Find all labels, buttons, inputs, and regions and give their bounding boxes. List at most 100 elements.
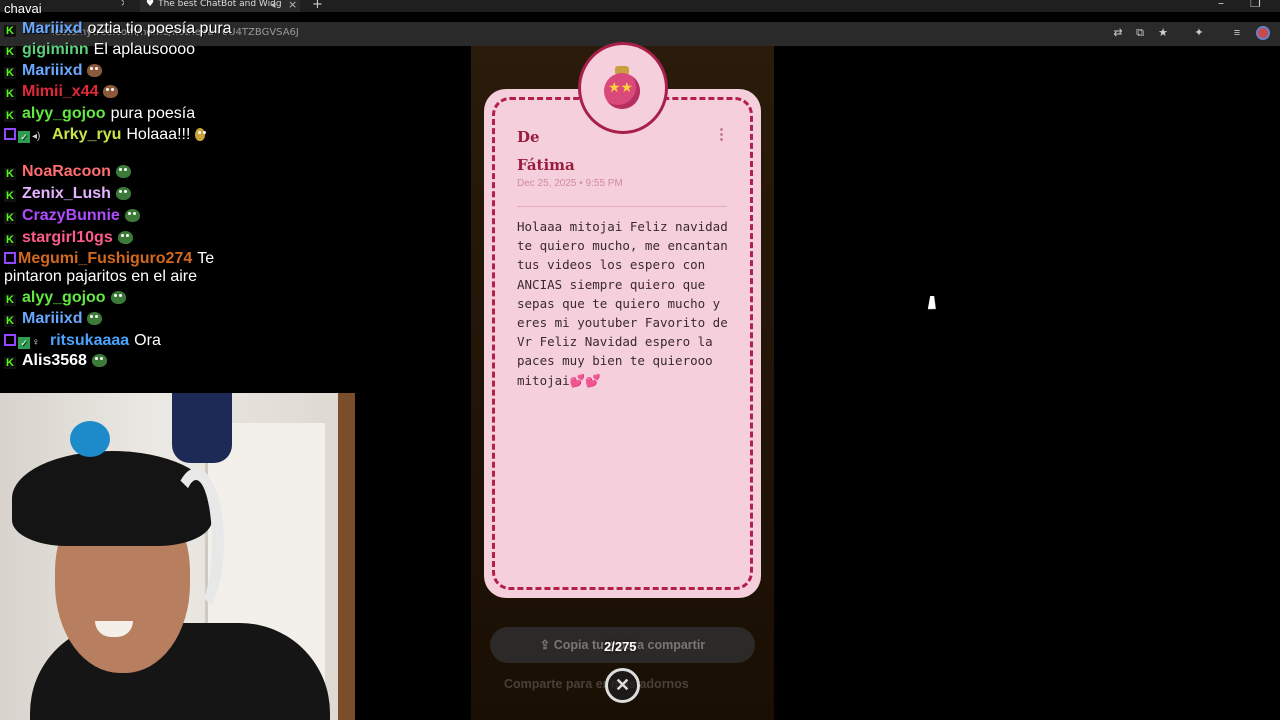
media-icon[interactable]: ≡: [1230, 26, 1244, 40]
chat-username[interactable]: stargirl10gs: [22, 229, 113, 246]
card-counter: 2/275: [604, 639, 637, 654]
extensions-icon[interactable]: ✦: [1192, 26, 1206, 40]
chat-emote-icon: [194, 128, 205, 141]
verified-badge-icon: ✓: [18, 337, 30, 349]
chat-text: Te: [197, 250, 215, 267]
chat-emote-icon: [103, 85, 119, 98]
chat-message: K Mariiixd: [4, 62, 103, 80]
kick-badge-icon: K: [4, 25, 16, 37]
mouse-cursor-icon: [927, 296, 939, 309]
chat-text: Holaaa!!!: [126, 126, 195, 143]
new-tab-button[interactable]: +: [312, 0, 323, 12]
chat-emote-icon: [91, 354, 107, 367]
card-from-label: De: [517, 128, 540, 146]
chat-username[interactable]: Arky_ryu: [52, 126, 121, 143]
more-options-icon[interactable]: ⋮: [714, 127, 729, 142]
share-icon: ⇪: [539, 638, 554, 652]
webcam-feed: [0, 393, 355, 720]
kick-badge-icon: K: [4, 212, 16, 224]
kick-badge-icon: K: [4, 46, 16, 58]
profile-avatar[interactable]: [1256, 26, 1270, 40]
chat-emote-icon: [115, 165, 131, 178]
kick-badge-icon: K: [4, 168, 16, 180]
kick-badge-icon: K: [4, 357, 16, 369]
webcam-hanging-hoodie: [172, 393, 232, 463]
kick-badge-icon: K: [4, 67, 16, 79]
chat-text: oztia tio poesía pura: [87, 20, 232, 37]
chat-username[interactable]: Mimii_x44: [22, 83, 98, 100]
kick-badge-icon: K: [4, 294, 16, 306]
minimize-icon[interactable]: –: [1218, 0, 1224, 10]
kick-badge-icon: K: [4, 315, 16, 327]
chat-username[interactable]: ritsukaaaa: [50, 332, 129, 349]
kick-badge-icon: K: [4, 190, 16, 202]
chat-message: ✓ ♀ ritsukaaaa Ora: [4, 332, 161, 350]
chat-message: ✓ ◂) Arky_ryu Holaaa!!!: [4, 126, 205, 144]
chat-username[interactable]: Alis3568: [22, 352, 87, 369]
chat-message: K Zenix_Lush: [4, 185, 131, 203]
card-message: Holaaa mitojai Feliz navidad te quiero m…: [517, 217, 732, 390]
chat-username[interactable]: gigiminn: [22, 41, 89, 58]
chat-username[interactable]: CrazyBunnie: [22, 207, 120, 224]
chat-username[interactable]: Mariiixd: [22, 62, 82, 79]
tab-label: The best ChatBot and Widg: [158, 0, 282, 9]
card-divider: [517, 206, 727, 207]
star-icon[interactable]: ★: [1156, 26, 1170, 40]
chat-message: Kstargirl10gs: [4, 229, 133, 247]
chat-emote-icon: [87, 312, 103, 325]
kick-badge-icon: K: [4, 110, 16, 122]
chat-message: Kalyy_gojoo pura poesía: [4, 105, 195, 123]
chat-message: K Alis3568: [4, 352, 107, 370]
star-icon: ★★: [608, 79, 634, 95]
share-hint: Comparte para er más adornos: [504, 677, 689, 691]
hearts-emoji: 💕💕: [569, 372, 601, 388]
chat-message: K CrazyBunnie: [4, 207, 140, 225]
chat-username[interactable]: alyy_gojoo: [22, 289, 106, 306]
twitch-badge-icon: [4, 252, 16, 264]
twitch-badge-icon: [4, 128, 16, 140]
chat-message: K Mimii_x44: [4, 83, 119, 101]
chat-emote-icon: [124, 209, 140, 222]
browser-tab-strip: × ♥The best ChatBot and Widg ◂ × + – ❐: [0, 0, 1280, 12]
tab-close-icon[interactable]: ×: [120, 0, 124, 8]
trophy-badge-icon: ♀: [32, 337, 40, 348]
chat-username[interactable]: NoaRacoon: [22, 163, 111, 180]
card-message-text: Holaaa mitojai Feliz navidad te quiero m…: [517, 219, 728, 388]
chat-message: Kalyy_gojoo: [4, 289, 126, 307]
chat-username[interactable]: alyy_gojoo: [22, 105, 106, 122]
chat-username[interactable]: Mariiixd: [22, 20, 82, 37]
verified-badge-icon: ✓: [18, 131, 30, 143]
card-sender-name: Fátima: [517, 156, 575, 174]
card-date: Dec 25, 2025 • 9:55 PM: [517, 178, 623, 189]
install-icon[interactable]: ⧉: [1133, 26, 1147, 40]
restore-icon[interactable]: ❐: [1250, 0, 1261, 10]
chat-message: K Mariiixd: [4, 310, 103, 328]
chat-username[interactable]: Mariiixd: [22, 310, 82, 327]
chat-message: pintaron pajaritos en el aire: [4, 268, 197, 286]
chat-message: Kgigiminn El aplausoooo: [4, 41, 195, 59]
close-circle-icon[interactable]: ✕: [605, 668, 640, 703]
sound-badge-icon: ◂): [32, 131, 41, 142]
tab-audio-icon[interactable]: ◂: [270, 0, 276, 11]
chat-emote-icon: [115, 187, 131, 200]
chat-username[interactable]: Zenix_Lush: [22, 185, 111, 202]
translate-icon[interactable]: ⇄: [1111, 26, 1125, 40]
chat-username[interactable]: Megumi_Fushiguro274: [18, 250, 192, 267]
tab-chatbot[interactable]: ♥ The best ChatBot and Widg: [140, 0, 300, 12]
webcam-headphones: [168, 468, 224, 618]
chat-message: K Mariiixd oztia tio poesía pura: [4, 20, 232, 38]
chat-emote-icon: [87, 64, 103, 77]
chat-text: pintaron pajaritos en el aire: [4, 268, 198, 285]
chat-text: Ora: [134, 332, 161, 349]
webcam-door-frame: [338, 393, 355, 720]
tab-close-icon[interactable]: ×: [288, 0, 297, 11]
webcam-blue-toy: [70, 421, 110, 457]
chat-emote-icon: [110, 291, 126, 304]
twitch-badge-icon: [4, 334, 16, 346]
chat-emote-icon: [117, 231, 133, 244]
chat-message: Megumi_Fushiguro274 Te: [4, 250, 214, 268]
chat-message: K NoaRacoon: [4, 163, 131, 181]
chat-text: pura poesía: [110, 105, 196, 122]
chat-text: El aplausoooo: [93, 41, 196, 58]
favicon-heart-icon: ♥: [146, 0, 155, 9]
